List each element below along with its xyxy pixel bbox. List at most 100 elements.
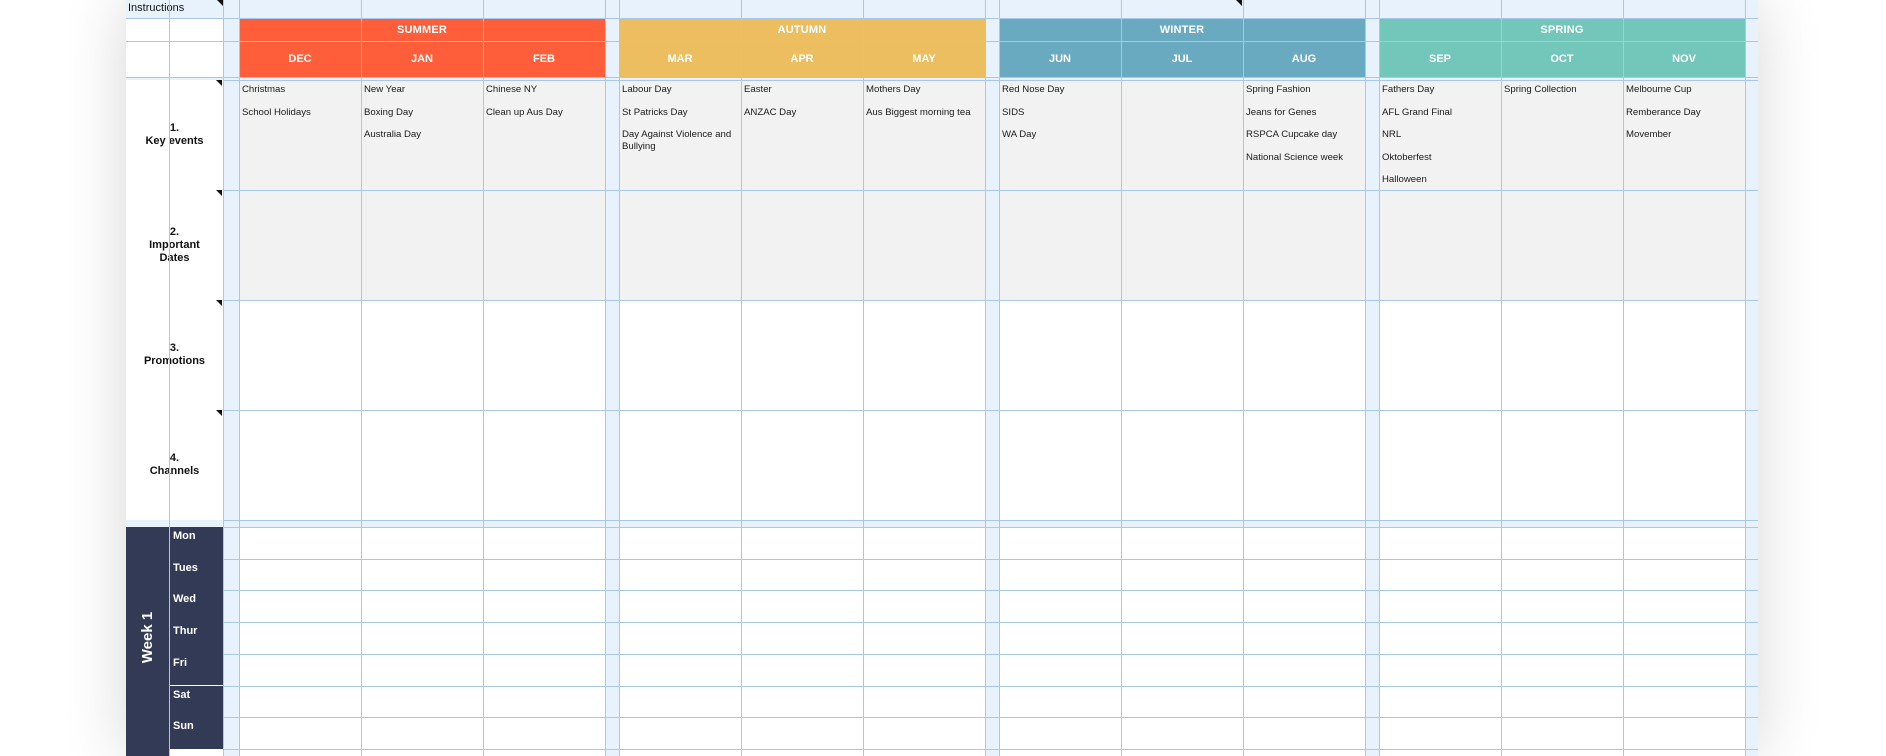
important-dates-cell[interactable] bbox=[483, 190, 605, 300]
month-header-may: MAY bbox=[863, 41, 985, 77]
category-label-2[interactable]: 2. Important Dates bbox=[126, 190, 223, 300]
month-header-apr: APR bbox=[741, 41, 863, 77]
event-text: Chinese NY bbox=[486, 84, 538, 95]
grid-line bbox=[223, 80, 1758, 81]
grid-line bbox=[239, 0, 240, 756]
month-header-oct: OCT bbox=[1501, 41, 1623, 77]
month-header-jan: JAN bbox=[361, 41, 483, 77]
event-text: St Patricks Day bbox=[622, 106, 688, 118]
category-number: 3. bbox=[169, 342, 180, 354]
key-events-cell[interactable] bbox=[239, 80, 361, 190]
comment-marker-icon bbox=[216, 80, 222, 86]
promotions-cell[interactable] bbox=[619, 300, 741, 410]
category-label-1[interactable]: 1. Key events bbox=[126, 80, 223, 190]
event-text: Halloween bbox=[1382, 174, 1427, 185]
channels-cell[interactable] bbox=[483, 410, 605, 520]
category-title: Channels bbox=[149, 465, 200, 477]
header-cell[interactable] bbox=[169, 41, 223, 77]
event-text: SIDS bbox=[1002, 106, 1025, 118]
promotions-cell[interactable] bbox=[361, 300, 483, 410]
important-dates-cell[interactable] bbox=[863, 190, 985, 300]
month-header-jun: JUN bbox=[999, 41, 1121, 77]
header-cell[interactable] bbox=[126, 41, 169, 77]
promotions-cell[interactable] bbox=[1243, 300, 1365, 410]
key-events-cell[interactable] bbox=[1121, 80, 1243, 190]
event-text: Jeans for Genes bbox=[1246, 106, 1317, 118]
event-text: AFL Grand Final bbox=[1382, 106, 1453, 118]
grid-line bbox=[223, 749, 1758, 750]
grid-line bbox=[1365, 0, 1366, 756]
promotions-cell[interactable] bbox=[863, 300, 985, 410]
promotions-cell[interactable] bbox=[239, 300, 361, 410]
important-dates-cell[interactable] bbox=[1243, 190, 1365, 300]
important-dates-cell[interactable] bbox=[1121, 190, 1243, 300]
month-header-dec: DEC bbox=[239, 41, 361, 77]
channels-cell[interactable] bbox=[619, 410, 741, 520]
grid-line bbox=[863, 0, 864, 756]
category-label-3[interactable]: 3. Promotions bbox=[126, 300, 223, 410]
important-dates-cell[interactable] bbox=[1379, 190, 1501, 300]
channels-cell[interactable] bbox=[1379, 410, 1501, 520]
event-text: Spring Fashion bbox=[1246, 84, 1311, 95]
promotions-cell[interactable] bbox=[1501, 300, 1623, 410]
category-title: Promotions bbox=[143, 355, 206, 367]
key-events-cell[interactable] bbox=[1501, 80, 1623, 190]
grid-line bbox=[999, 0, 1000, 756]
top-row bbox=[126, 0, 1745, 18]
key-events-cell[interactable] bbox=[863, 80, 985, 190]
channels-cell[interactable] bbox=[741, 410, 863, 520]
key-events-cell[interactable] bbox=[741, 80, 863, 190]
season-header-summer: SUMMER bbox=[239, 18, 605, 41]
channels-cell[interactable] bbox=[1623, 410, 1745, 520]
event-text: Melbourne Cup bbox=[1626, 84, 1692, 95]
important-dates-cell[interactable] bbox=[1623, 190, 1745, 300]
important-dates-cell[interactable] bbox=[361, 190, 483, 300]
day-label-next: Mon bbox=[169, 751, 223, 756]
day-label-sat: Sat bbox=[173, 688, 191, 701]
season-gap-column bbox=[985, 0, 999, 756]
channels-cell[interactable] bbox=[1121, 410, 1243, 520]
promotions-cell[interactable] bbox=[483, 300, 605, 410]
channels-cell[interactable] bbox=[1243, 410, 1365, 520]
right-gap-column bbox=[1745, 0, 1758, 756]
grid-line bbox=[605, 0, 606, 756]
category-label-4[interactable]: 4. Channels bbox=[126, 410, 223, 520]
grid-line bbox=[1623, 0, 1624, 756]
season-gap-column bbox=[1365, 0, 1379, 756]
channels-cell[interactable] bbox=[1501, 410, 1623, 520]
grid-line bbox=[223, 410, 1758, 411]
important-dates-cell[interactable] bbox=[239, 190, 361, 300]
key-events-cell[interactable] bbox=[483, 80, 605, 190]
grid-line bbox=[223, 654, 1758, 655]
promotions-cell[interactable] bbox=[999, 300, 1121, 410]
header-cell[interactable] bbox=[169, 18, 223, 41]
event-text: Clean up Aus Day bbox=[486, 106, 563, 118]
instructions-label[interactable]: Instructions bbox=[128, 0, 248, 16]
important-dates-cell[interactable] bbox=[1501, 190, 1623, 300]
header-cell[interactable] bbox=[126, 18, 169, 41]
month-header-jul: JUL bbox=[1121, 41, 1243, 77]
grid-line bbox=[483, 0, 484, 756]
channels-cell[interactable] bbox=[863, 410, 985, 520]
promotions-cell[interactable] bbox=[1121, 300, 1243, 410]
channels-cell[interactable] bbox=[999, 410, 1121, 520]
promotions-cell[interactable] bbox=[741, 300, 863, 410]
channels-cell[interactable] bbox=[361, 410, 483, 520]
month-header-aug: AUG bbox=[1243, 41, 1365, 77]
promotions-cell[interactable] bbox=[1623, 300, 1745, 410]
grid-line bbox=[1379, 0, 1380, 756]
channels-cell[interactable] bbox=[239, 410, 361, 520]
promotions-cell[interactable] bbox=[1379, 300, 1501, 410]
important-dates-cell[interactable] bbox=[999, 190, 1121, 300]
important-dates-cell[interactable] bbox=[741, 190, 863, 300]
important-dates-cell[interactable] bbox=[619, 190, 741, 300]
season-header-winter: WINTER bbox=[999, 18, 1365, 41]
day-label-fri: Fri bbox=[173, 656, 188, 669]
day-label-thur: Thur bbox=[173, 625, 198, 638]
event-text: Movember bbox=[1626, 129, 1672, 140]
season-header-spring: SPRING bbox=[1379, 18, 1745, 41]
grid-line bbox=[126, 77, 223, 78]
day-label-sun: Sun bbox=[173, 720, 194, 733]
grid-line bbox=[223, 300, 1758, 301]
event-text: Easter bbox=[744, 84, 772, 95]
